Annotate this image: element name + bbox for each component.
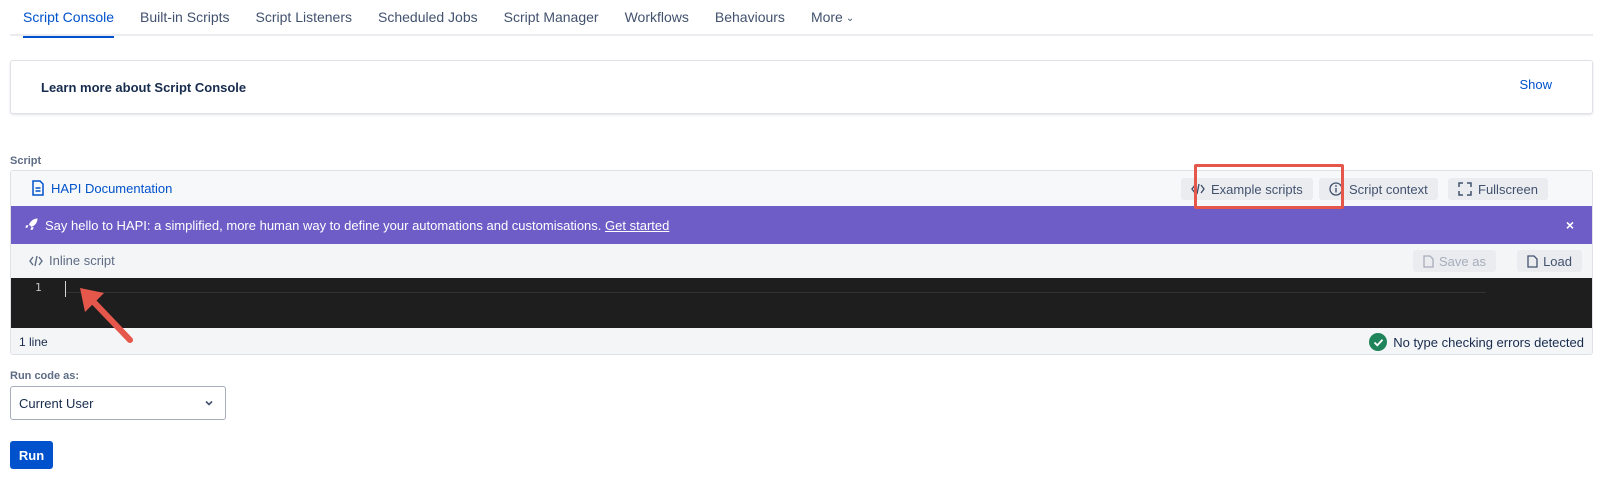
fullscreen-icon bbox=[1458, 182, 1472, 196]
hapi-documentation-link[interactable]: HAPI Documentation bbox=[31, 180, 172, 196]
hapi-documentation-label: HAPI Documentation bbox=[51, 180, 173, 196]
run-button[interactable]: Run bbox=[10, 441, 53, 469]
code-area[interactable]: 1 bbox=[11, 278, 1592, 328]
file-icon bbox=[1527, 254, 1538, 268]
editor-status-bar: 1 line No type checking errors detected bbox=[11, 328, 1592, 354]
tab-script-manager[interactable]: Script Manager bbox=[491, 0, 612, 36]
tab-scheduled-jobs[interactable]: Scheduled Jobs bbox=[365, 0, 491, 36]
check-icon bbox=[1369, 333, 1388, 351]
chevron-down-icon bbox=[205, 400, 213, 406]
script-context-label: Script context bbox=[1349, 181, 1428, 197]
run-as-value: Current User bbox=[19, 396, 94, 411]
banner-text: Say hello to HAPI: a simplified, more hu… bbox=[45, 218, 602, 233]
banner-message: Say hello to HAPI: a simplified, more hu… bbox=[45, 218, 669, 233]
line-number: 1 bbox=[35, 281, 42, 294]
line-count: 1 line bbox=[19, 335, 48, 349]
load-button[interactable]: Load bbox=[1517, 250, 1582, 272]
script-editor: HAPI Documentation Example scripts Scrip… bbox=[10, 170, 1593, 355]
tab-behaviours[interactable]: Behaviours bbox=[702, 0, 798, 36]
code-icon bbox=[29, 255, 43, 266]
close-icon[interactable]: × bbox=[1566, 217, 1574, 233]
tab-bar: Script Console Built-in Scripts Script L… bbox=[10, 0, 1593, 38]
inline-script-label: Inline script bbox=[49, 253, 115, 268]
tab-more[interactable]: More ⌄ bbox=[798, 0, 867, 36]
editor-toolbar: HAPI Documentation Example scripts Scrip… bbox=[11, 171, 1592, 206]
save-as-label: Save as bbox=[1439, 253, 1486, 269]
tab-workflows[interactable]: Workflows bbox=[612, 0, 702, 36]
learn-more-panel: Learn more about Script Console Show bbox=[10, 60, 1593, 114]
script-label: Script bbox=[10, 155, 42, 167]
rocket-icon bbox=[25, 218, 38, 230]
show-link[interactable]: Show bbox=[1519, 77, 1552, 92]
get-started-link[interactable]: Get started bbox=[605, 218, 669, 233]
type-check-status: No type checking errors detected bbox=[1369, 333, 1584, 351]
load-label: Load bbox=[1543, 253, 1572, 269]
file-icon bbox=[1423, 254, 1434, 268]
annotation-arrow bbox=[80, 288, 133, 343]
tab-more-label: More bbox=[810, 9, 843, 25]
inline-script-tab[interactable]: Inline script bbox=[29, 253, 115, 268]
save-as-button[interactable]: Save as bbox=[1413, 250, 1496, 272]
tab-built-in-scripts[interactable]: Built-in Scripts bbox=[127, 0, 242, 36]
run-as-select[interactable]: Current User bbox=[10, 386, 226, 420]
script-mode-bar: Inline script Save as Load bbox=[11, 244, 1592, 278]
hapi-banner: Say hello to HAPI: a simplified, more hu… bbox=[11, 206, 1592, 244]
current-line-highlight bbox=[66, 292, 1486, 293]
annotation-highlight-box bbox=[1194, 164, 1344, 209]
tab-script-console[interactable]: Script Console bbox=[10, 0, 127, 38]
type-check-text: No type checking errors detected bbox=[1393, 334, 1584, 350]
tab-script-listeners[interactable]: Script Listeners bbox=[243, 0, 365, 36]
learn-more-title: Learn more about Script Console bbox=[41, 80, 247, 95]
text-cursor bbox=[65, 281, 66, 297]
fullscreen-button[interactable]: Fullscreen bbox=[1448, 178, 1548, 200]
fullscreen-label: Fullscreen bbox=[1478, 181, 1538, 197]
document-icon bbox=[32, 180, 44, 196]
chevron-down-icon: ⌄ bbox=[845, 13, 855, 24]
run-code-as-label: Run code as: bbox=[10, 370, 80, 382]
